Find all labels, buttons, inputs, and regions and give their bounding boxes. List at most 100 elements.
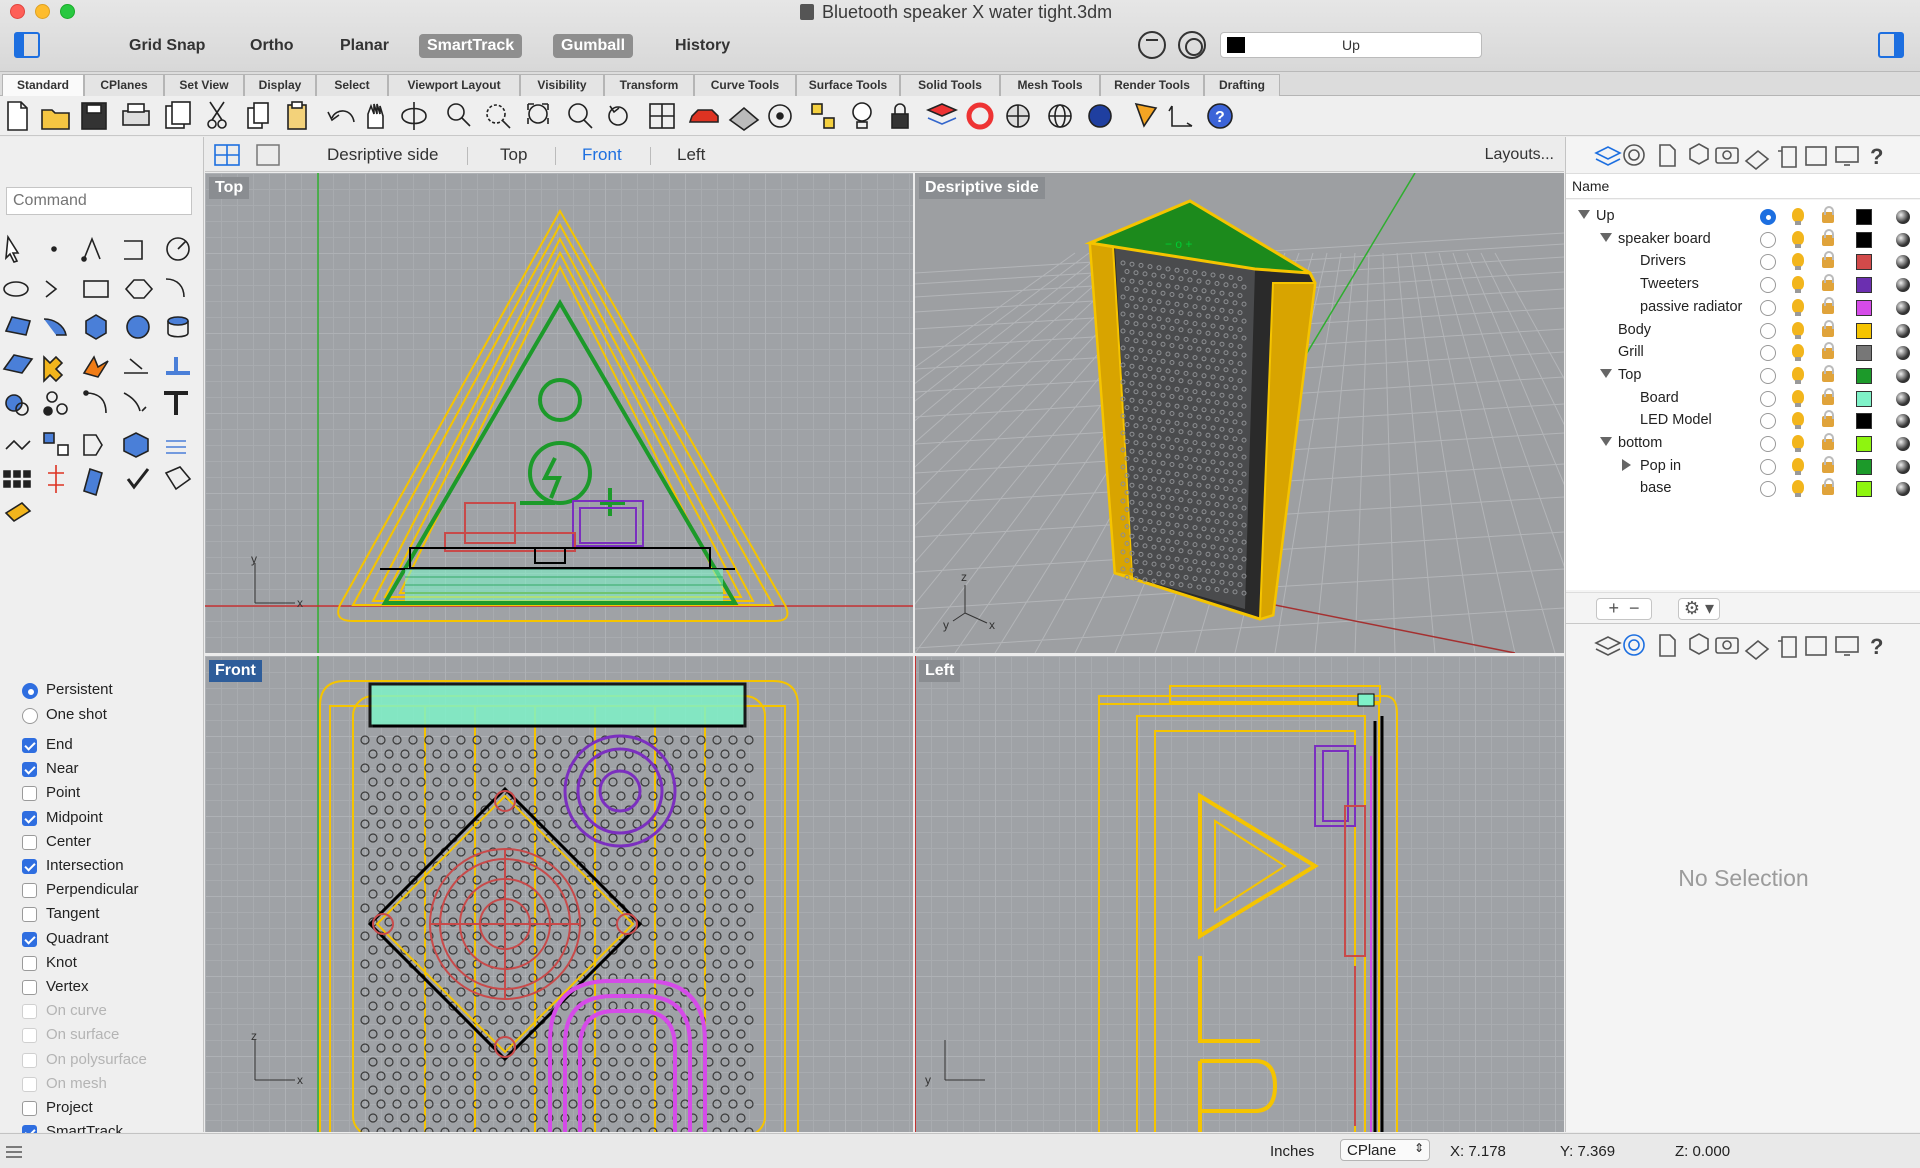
checkbox[interactable]: [22, 738, 37, 753]
current-layer-radio[interactable]: [1760, 390, 1776, 407]
lock-icon[interactable]: [1822, 387, 1834, 405]
viewport-tab-left[interactable]: Left: [677, 145, 705, 165]
lock-icon[interactable]: [1822, 364, 1834, 382]
gumball-toggle[interactable]: Gumball: [553, 34, 634, 58]
layer-row[interactable]: Top: [1566, 364, 1920, 387]
grid-snap-toggle[interactable]: Grid Snap: [121, 34, 213, 58]
layer-name[interactable]: Body: [1618, 322, 1651, 338]
layer-color-swatch[interactable]: [1856, 277, 1872, 294]
tab-standard[interactable]: Standard: [2, 74, 84, 96]
lock-icon[interactable]: [1822, 478, 1834, 496]
layer-row[interactable]: speaker board: [1566, 228, 1920, 251]
material-sphere-icon[interactable]: [1896, 232, 1910, 247]
tab-set-view[interactable]: Set View: [164, 74, 244, 96]
command-input[interactable]: [6, 187, 192, 215]
tab-select[interactable]: Select: [316, 74, 388, 96]
layer-color-swatch[interactable]: [1856, 436, 1872, 452]
current-layer-selector[interactable]: Up: [1220, 32, 1482, 58]
current-layer-radio[interactable]: [1760, 345, 1776, 362]
material-sphere-icon[interactable]: [1896, 414, 1910, 429]
checkbox[interactable]: [22, 786, 37, 802]
current-layer-radio[interactable]: [1760, 367, 1776, 384]
disclosure-open-icon[interactable]: [1600, 368, 1612, 378]
target-icon[interactable]: [1178, 31, 1206, 59]
current-layer-radio[interactable]: [1760, 231, 1776, 248]
layer-name[interactable]: bottom: [1618, 435, 1662, 451]
menu-lines-icon[interactable]: [4, 1142, 28, 1162]
checkbox[interactable]: [22, 810, 37, 826]
layer-color-swatch[interactable]: [1856, 367, 1872, 384]
checkbox[interactable]: [22, 834, 37, 850]
zoom-window-button[interactable]: [60, 4, 75, 19]
tab-surface-tools[interactable]: Surface Tools: [796, 74, 900, 96]
units-label[interactable]: Inches: [1270, 1143, 1314, 1160]
layer-row[interactable]: Board: [1566, 387, 1920, 410]
add-remove-layer-buttons[interactable]: + −: [1596, 598, 1652, 620]
material-sphere-icon[interactable]: [1896, 300, 1910, 315]
disclosure-closed-icon[interactable]: [1622, 458, 1631, 471]
disclosure-open-icon[interactable]: [1578, 210, 1590, 219]
layer-color-swatch[interactable]: [1856, 299, 1872, 316]
tab-transform[interactable]: Transform: [604, 74, 694, 96]
viewport-left[interactable]: y Left: [915, 656, 1564, 1132]
light-bulb-icon[interactable]: [1792, 480, 1804, 498]
layer-name[interactable]: LED Model: [1640, 412, 1712, 428]
material-sphere-icon[interactable]: [1896, 278, 1910, 293]
material-sphere-icon[interactable]: [1896, 210, 1910, 224]
tab-cplanes[interactable]: CPlanes: [84, 74, 164, 96]
layer-color-swatch[interactable]: [1856, 345, 1872, 362]
layer-row[interactable]: Drivers: [1566, 251, 1920, 273]
layer-row[interactable]: Grill: [1566, 342, 1920, 364]
toggle-left-sidebar-button[interactable]: [14, 32, 40, 58]
current-layer-radio[interactable]: [1760, 413, 1776, 430]
lock-icon[interactable]: [1822, 228, 1834, 246]
layer-row[interactable]: Body: [1566, 319, 1920, 342]
layer-name-column-header[interactable]: Name: [1572, 178, 1609, 194]
checkbox[interactable]: [22, 762, 37, 778]
ortho-toggle[interactable]: Ortho: [242, 34, 302, 58]
layer-row[interactable]: base: [1566, 478, 1920, 500]
layer-name[interactable]: Drivers: [1640, 253, 1686, 269]
osnap-icon[interactable]: [1138, 31, 1166, 59]
light-bulb-icon[interactable]: [1792, 412, 1804, 430]
viewport-front[interactable]: z x Front: [205, 656, 913, 1132]
lock-icon[interactable]: [1822, 342, 1834, 360]
light-bulb-icon[interactable]: [1792, 230, 1804, 248]
current-layer-radio[interactable]: [1760, 209, 1776, 225]
close-window-button[interactable]: [10, 4, 25, 19]
smarttrack-toggle[interactable]: SmartTrack: [419, 34, 523, 58]
tab-mesh-tools[interactable]: Mesh Tools: [1000, 74, 1100, 96]
layer-color-swatch[interactable]: [1856, 413, 1872, 430]
checkbox[interactable]: [22, 931, 37, 947]
material-sphere-icon[interactable]: [1896, 255, 1910, 270]
checkbox[interactable]: [22, 1101, 37, 1116]
tab-render-tools[interactable]: Render Tools: [1100, 74, 1204, 96]
light-bulb-icon[interactable]: [1792, 389, 1804, 407]
material-sphere-icon[interactable]: [1896, 437, 1910, 451]
current-layer-radio[interactable]: [1760, 299, 1776, 316]
checkbox[interactable]: [22, 907, 37, 923]
layer-row[interactable]: LED Model: [1566, 410, 1920, 432]
radio-button[interactable]: [22, 683, 38, 699]
lock-icon[interactable]: [1822, 296, 1834, 314]
layer-row[interactable]: bottom: [1566, 433, 1920, 455]
light-bulb-icon[interactable]: [1792, 298, 1804, 316]
radio-button[interactable]: [22, 707, 38, 724]
layer-color-swatch[interactable]: [1856, 322, 1872, 339]
layer-name[interactable]: Pop in: [1640, 458, 1681, 474]
tab-solid-tools[interactable]: Solid Tools: [900, 74, 1000, 96]
checkbox[interactable]: [22, 883, 37, 899]
current-layer-radio[interactable]: [1760, 322, 1776, 339]
minimize-window-button[interactable]: [35, 4, 50, 19]
layer-row[interactable]: Pop in: [1566, 455, 1920, 478]
lock-icon[interactable]: [1822, 410, 1834, 428]
layer-color-swatch[interactable]: [1856, 231, 1872, 248]
cplane-selector[interactable]: CPlane ⇕: [1340, 1139, 1430, 1161]
material-sphere-icon[interactable]: [1896, 323, 1910, 338]
layer-name[interactable]: base: [1640, 480, 1671, 496]
tab-viewport-layout[interactable]: Viewport Layout: [388, 74, 520, 96]
current-layer-radio[interactable]: [1760, 436, 1776, 452]
toggle-right-sidebar-button[interactable]: [1878, 32, 1904, 58]
layouts-button[interactable]: Layouts...: [1485, 146, 1554, 164]
layer-name[interactable]: Tweeters: [1640, 276, 1699, 292]
